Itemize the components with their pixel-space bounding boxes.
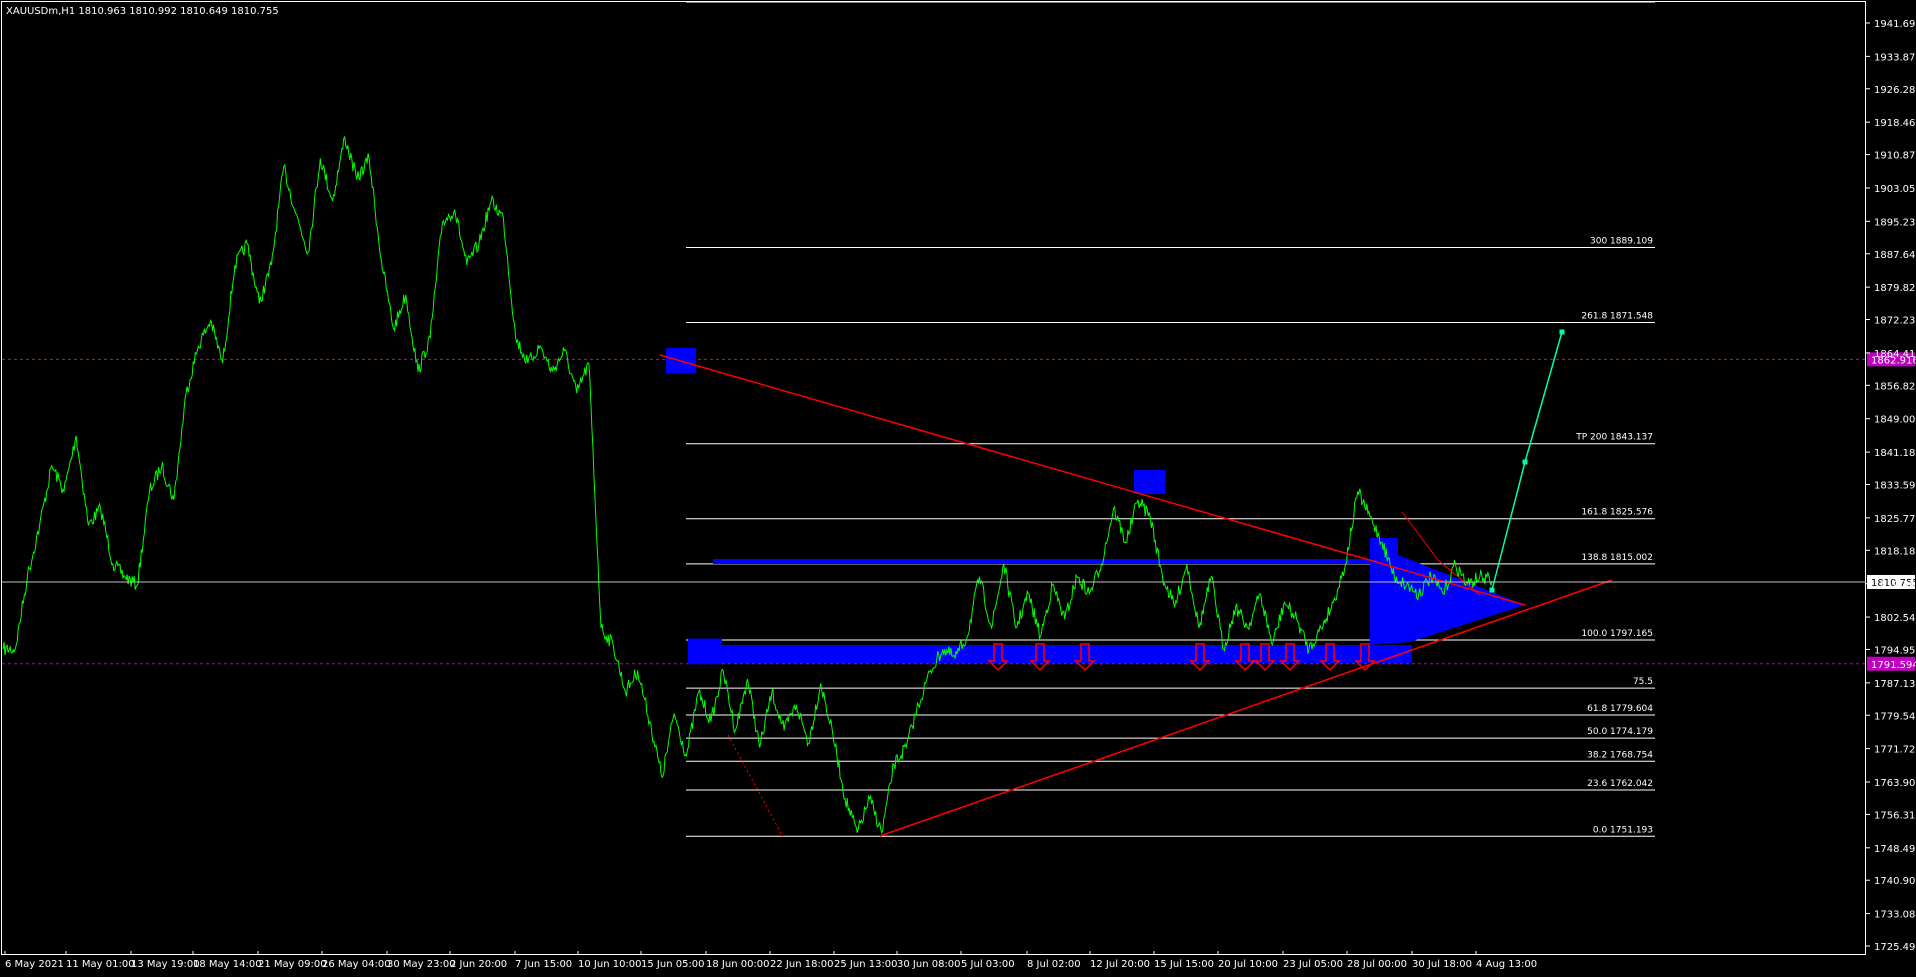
x-tick-label: 28 Jul 00:00 [1347, 959, 1407, 970]
y-tick-label: 1864.410 [1874, 349, 1916, 360]
y-tick-label: 1849.000 [1874, 415, 1916, 426]
y-tick-label: 1771.720 [1874, 745, 1916, 756]
y-tick-label: 1763.900 [1874, 778, 1916, 789]
level-label: 161.8 1825.576 [1581, 508, 1653, 518]
x-tick-label: 4 Aug 13:00 [1476, 959, 1537, 970]
x-tick-label: 26 May 04:00 [322, 959, 391, 970]
level-label: 23.6 1762.042 [1587, 779, 1653, 789]
x-tick-label: 11 May 01:00 [66, 959, 135, 970]
x-tick-label: 20 Jul 10:00 [1218, 959, 1278, 970]
x-tick-label: 6 May 2021 [5, 959, 64, 970]
level-label: 50.0 1774.179 [1587, 727, 1653, 737]
y-tick-label: 1810.360 [1874, 580, 1916, 591]
level-label: 0.0 1751.193 [1593, 825, 1653, 835]
x-tick-label: 30 May 23:00 [387, 959, 456, 970]
y-tick-label: 1818.180 [1874, 546, 1916, 557]
x-tick-label: 5 Jul 03:00 [961, 959, 1015, 970]
y-tick-label: 1903.050 [1874, 184, 1916, 195]
y-tick-label: 1941.690 [1874, 19, 1916, 30]
level-label: 261.8 1871.548 [1581, 311, 1653, 321]
zone-boxes [666, 348, 1525, 664]
dashed-level-label: 1791.594 [1871, 660, 1916, 671]
y-tick-label: 1887.640 [1874, 250, 1916, 261]
y-tick-label: 1856.820 [1874, 381, 1916, 392]
y-tick-label: 1926.280 [1874, 85, 1916, 96]
y-tick-label: 1748.490 [1874, 844, 1916, 855]
price-chart[interactable]: 1862.9161791.594 300 1889.109261.8 1871.… [0, 0, 1916, 972]
y-tick-label: 1895.230 [1874, 217, 1916, 228]
x-tick-label: 30 Jun 08:00 [897, 959, 961, 970]
y-tick-label: 1833.590 [1874, 481, 1916, 492]
x-tick-label: 13 May 19:00 [131, 959, 200, 970]
projection-path [1490, 330, 1565, 593]
zone-box [1134, 470, 1165, 494]
price-series [3, 137, 1492, 833]
x-tick-label: 18 Jun 00:00 [706, 959, 770, 970]
ascending-trendline [880, 580, 1612, 836]
y-tick-label: 1825.770 [1874, 514, 1916, 525]
y-tick-label: 1779.540 [1874, 711, 1916, 722]
y-tick-label: 1794.950 [1874, 645, 1916, 656]
x-tick-label: 7 Jun 15:00 [515, 959, 572, 970]
price-line [3, 137, 1492, 833]
level-label: 38.2 1768.754 [1587, 750, 1653, 760]
level-label: 75.5 [1633, 677, 1653, 687]
symbol-header: XAUUSDm,H1 1810.963 1810.992 1810.649 18… [6, 6, 279, 17]
x-tick-label: 22 Jun 18:00 [770, 959, 834, 970]
y-tick-label: 1725.490 [1874, 942, 1916, 953]
level-label: 300 1889.109 [1590, 236, 1653, 246]
x-tick-label: 12 Jul 20:00 [1090, 959, 1150, 970]
level-label: 61.8 1779.604 [1587, 704, 1653, 714]
x-tick-label: 10 Jun 10:00 [578, 959, 642, 970]
level-label: TP 200 1843.137 [1575, 433, 1653, 443]
chart-root: 1862.9161791.594 300 1889.109261.8 1871.… [0, 0, 1916, 972]
y-tick-label: 1802.540 [1874, 613, 1916, 624]
x-tick-label: 18 May 14:00 [193, 959, 262, 970]
projection-point [1490, 588, 1495, 593]
x-tick-label: 2 Jun 20:00 [450, 959, 507, 970]
x-tick-label: 15 Jul 15:00 [1154, 959, 1214, 970]
x-tick-label: 30 Jul 18:00 [1412, 959, 1472, 970]
x-tick-label: 8 Jul 02:00 [1027, 959, 1081, 970]
dotted-projection [728, 735, 783, 837]
triangle-zone [1370, 545, 1525, 645]
y-tick-label: 1740.900 [1874, 876, 1916, 887]
plot-frame [2, 2, 1866, 955]
zone-box [713, 559, 1395, 564]
projection-point [1523, 460, 1528, 465]
y-tick-label: 1841.180 [1874, 448, 1916, 459]
y-tick-label: 1918.460 [1874, 118, 1916, 129]
y-tick-label: 1879.820 [1874, 283, 1916, 294]
x-tick-label: 15 Jun 05:00 [641, 959, 705, 970]
y-tick-label: 1933.870 [1874, 52, 1916, 63]
y-tick-label: 1910.870 [1874, 151, 1916, 162]
x-tick-label: 21 May 09:00 [258, 959, 327, 970]
y-tick-label: 1733.080 [1874, 910, 1916, 921]
y-tick-label: 1872.230 [1874, 316, 1916, 327]
fibonacci-levels: 300 1889.109 261.8 1871.548 TP 200 1843.13… [686, 2, 1655, 836]
x-tick-label: 25 Jun 13:00 [834, 959, 898, 970]
x-tick-label: 23 Jul 05:00 [1283, 959, 1343, 970]
y-tick-label: 1787.130 [1874, 679, 1916, 690]
level-label: 138.8 1815.002 [1581, 553, 1653, 563]
level-label: 100.0 1797.165 [1581, 629, 1653, 639]
descending-trendline [660, 355, 1525, 605]
projection-point [1560, 330, 1565, 335]
y-tick-label: 1756.310 [1874, 810, 1916, 821]
